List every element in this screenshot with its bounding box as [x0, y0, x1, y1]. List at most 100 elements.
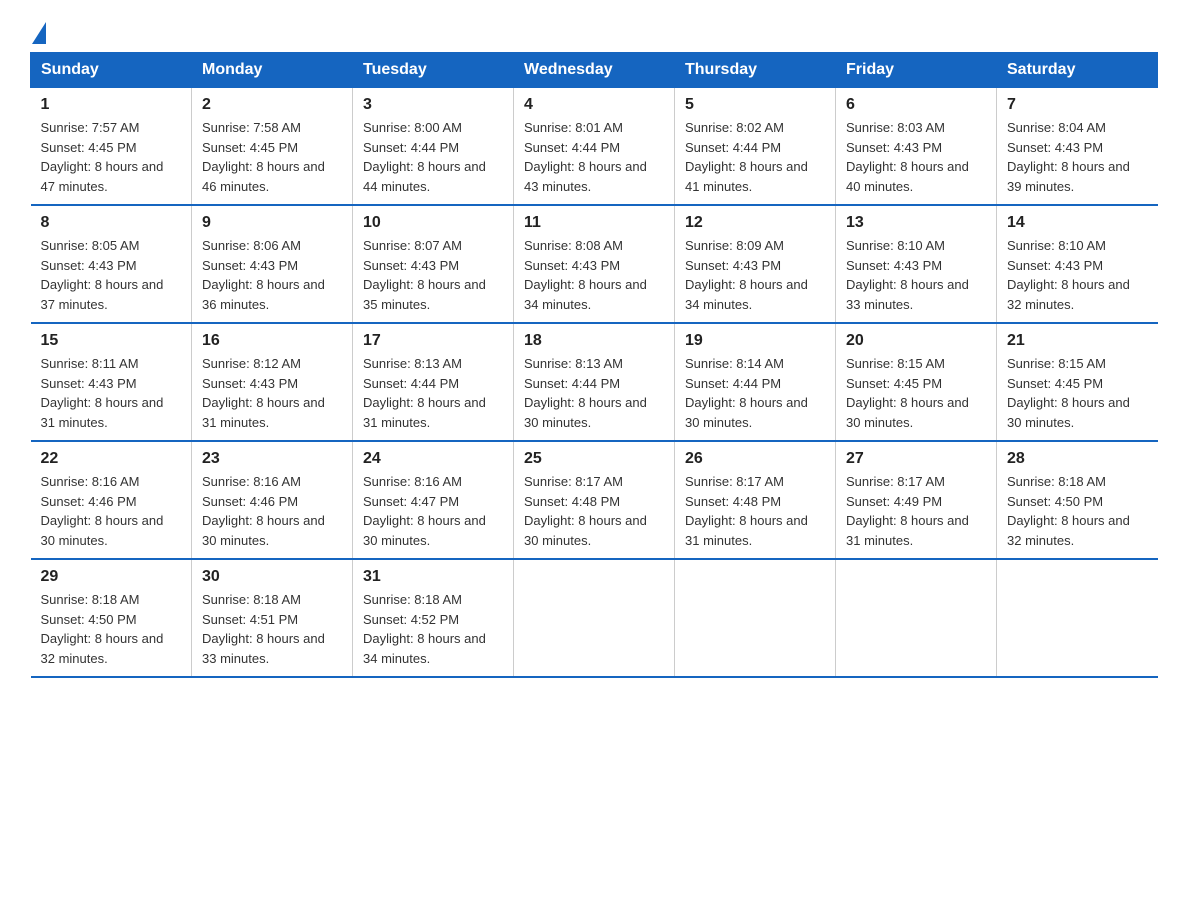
table-row: 26 Sunrise: 8:17 AMSunset: 4:48 PMDaylig… [675, 441, 836, 559]
day-number: 6 [846, 96, 986, 114]
day-info: Sunrise: 8:09 AMSunset: 4:43 PMDaylight:… [685, 238, 808, 312]
calendar-header-row: SundayMondayTuesdayWednesdayThursdayFrid… [31, 53, 1158, 88]
table-row [997, 559, 1158, 677]
day-number: 24 [363, 450, 503, 468]
table-row: 23 Sunrise: 8:16 AMSunset: 4:46 PMDaylig… [192, 441, 353, 559]
day-number: 25 [524, 450, 664, 468]
day-number: 1 [41, 96, 182, 114]
logo [30, 20, 46, 42]
table-row: 21 Sunrise: 8:15 AMSunset: 4:45 PMDaylig… [997, 323, 1158, 441]
day-number: 28 [1007, 450, 1148, 468]
day-number: 16 [202, 332, 342, 350]
table-row: 4 Sunrise: 8:01 AMSunset: 4:44 PMDayligh… [514, 88, 675, 206]
table-row: 29 Sunrise: 8:18 AMSunset: 4:50 PMDaylig… [31, 559, 192, 677]
day-number: 14 [1007, 214, 1148, 232]
table-row: 6 Sunrise: 8:03 AMSunset: 4:43 PMDayligh… [836, 88, 997, 206]
logo-arrow-icon [32, 22, 46, 44]
table-row: 28 Sunrise: 8:18 AMSunset: 4:50 PMDaylig… [997, 441, 1158, 559]
day-info: Sunrise: 8:02 AMSunset: 4:44 PMDaylight:… [685, 120, 808, 194]
day-info: Sunrise: 8:10 AMSunset: 4:43 PMDaylight:… [1007, 238, 1130, 312]
table-row: 7 Sunrise: 8:04 AMSunset: 4:43 PMDayligh… [997, 88, 1158, 206]
week-row-2: 8 Sunrise: 8:05 AMSunset: 4:43 PMDayligh… [31, 205, 1158, 323]
day-number: 5 [685, 96, 825, 114]
day-number: 26 [685, 450, 825, 468]
header-tuesday: Tuesday [353, 53, 514, 88]
header-thursday: Thursday [675, 53, 836, 88]
day-info: Sunrise: 7:58 AMSunset: 4:45 PMDaylight:… [202, 120, 325, 194]
table-row: 27 Sunrise: 8:17 AMSunset: 4:49 PMDaylig… [836, 441, 997, 559]
day-number: 11 [524, 214, 664, 232]
day-info: Sunrise: 8:16 AMSunset: 4:46 PMDaylight:… [41, 474, 164, 548]
day-number: 18 [524, 332, 664, 350]
day-number: 27 [846, 450, 986, 468]
day-info: Sunrise: 8:17 AMSunset: 4:48 PMDaylight:… [524, 474, 647, 548]
table-row [675, 559, 836, 677]
table-row: 17 Sunrise: 8:13 AMSunset: 4:44 PMDaylig… [353, 323, 514, 441]
day-number: 9 [202, 214, 342, 232]
day-number: 8 [41, 214, 182, 232]
day-info: Sunrise: 8:14 AMSunset: 4:44 PMDaylight:… [685, 356, 808, 430]
table-row: 13 Sunrise: 8:10 AMSunset: 4:43 PMDaylig… [836, 205, 997, 323]
day-number: 21 [1007, 332, 1148, 350]
day-number: 19 [685, 332, 825, 350]
day-info: Sunrise: 8:18 AMSunset: 4:50 PMDaylight:… [41, 592, 164, 666]
header-monday: Monday [192, 53, 353, 88]
day-info: Sunrise: 8:16 AMSunset: 4:46 PMDaylight:… [202, 474, 325, 548]
table-row [514, 559, 675, 677]
table-row: 10 Sunrise: 8:07 AMSunset: 4:43 PMDaylig… [353, 205, 514, 323]
day-info: Sunrise: 8:17 AMSunset: 4:49 PMDaylight:… [846, 474, 969, 548]
week-row-3: 15 Sunrise: 8:11 AMSunset: 4:43 PMDaylig… [31, 323, 1158, 441]
table-row: 30 Sunrise: 8:18 AMSunset: 4:51 PMDaylig… [192, 559, 353, 677]
table-row: 1 Sunrise: 7:57 AMSunset: 4:45 PMDayligh… [31, 88, 192, 206]
day-info: Sunrise: 8:18 AMSunset: 4:50 PMDaylight:… [1007, 474, 1130, 548]
table-row: 25 Sunrise: 8:17 AMSunset: 4:48 PMDaylig… [514, 441, 675, 559]
day-info: Sunrise: 8:17 AMSunset: 4:48 PMDaylight:… [685, 474, 808, 548]
day-info: Sunrise: 8:00 AMSunset: 4:44 PMDaylight:… [363, 120, 486, 194]
week-row-4: 22 Sunrise: 8:16 AMSunset: 4:46 PMDaylig… [31, 441, 1158, 559]
header-saturday: Saturday [997, 53, 1158, 88]
day-number: 4 [524, 96, 664, 114]
table-row: 15 Sunrise: 8:11 AMSunset: 4:43 PMDaylig… [31, 323, 192, 441]
day-number: 2 [202, 96, 342, 114]
table-row: 2 Sunrise: 7:58 AMSunset: 4:45 PMDayligh… [192, 88, 353, 206]
day-info: Sunrise: 8:07 AMSunset: 4:43 PMDaylight:… [363, 238, 486, 312]
table-row: 18 Sunrise: 8:13 AMSunset: 4:44 PMDaylig… [514, 323, 675, 441]
day-info: Sunrise: 7:57 AMSunset: 4:45 PMDaylight:… [41, 120, 164, 194]
day-info: Sunrise: 8:18 AMSunset: 4:51 PMDaylight:… [202, 592, 325, 666]
table-row: 19 Sunrise: 8:14 AMSunset: 4:44 PMDaylig… [675, 323, 836, 441]
calendar-table: SundayMondayTuesdayWednesdayThursdayFrid… [30, 52, 1158, 678]
day-info: Sunrise: 8:10 AMSunset: 4:43 PMDaylight:… [846, 238, 969, 312]
day-number: 30 [202, 568, 342, 586]
table-row: 20 Sunrise: 8:15 AMSunset: 4:45 PMDaylig… [836, 323, 997, 441]
day-info: Sunrise: 8:11 AMSunset: 4:43 PMDaylight:… [41, 356, 164, 430]
day-number: 22 [41, 450, 182, 468]
table-row: 14 Sunrise: 8:10 AMSunset: 4:43 PMDaylig… [997, 205, 1158, 323]
day-info: Sunrise: 8:13 AMSunset: 4:44 PMDaylight:… [363, 356, 486, 430]
table-row: 11 Sunrise: 8:08 AMSunset: 4:43 PMDaylig… [514, 205, 675, 323]
table-row: 8 Sunrise: 8:05 AMSunset: 4:43 PMDayligh… [31, 205, 192, 323]
header-friday: Friday [836, 53, 997, 88]
day-number: 20 [846, 332, 986, 350]
day-info: Sunrise: 8:15 AMSunset: 4:45 PMDaylight:… [846, 356, 969, 430]
day-number: 17 [363, 332, 503, 350]
day-number: 15 [41, 332, 182, 350]
day-number: 31 [363, 568, 503, 586]
day-info: Sunrise: 8:06 AMSunset: 4:43 PMDaylight:… [202, 238, 325, 312]
week-row-5: 29 Sunrise: 8:18 AMSunset: 4:50 PMDaylig… [31, 559, 1158, 677]
day-info: Sunrise: 8:03 AMSunset: 4:43 PMDaylight:… [846, 120, 969, 194]
day-info: Sunrise: 8:04 AMSunset: 4:43 PMDaylight:… [1007, 120, 1130, 194]
day-number: 10 [363, 214, 503, 232]
day-info: Sunrise: 8:13 AMSunset: 4:44 PMDaylight:… [524, 356, 647, 430]
header-sunday: Sunday [31, 53, 192, 88]
day-info: Sunrise: 8:08 AMSunset: 4:43 PMDaylight:… [524, 238, 647, 312]
day-number: 7 [1007, 96, 1148, 114]
day-number: 12 [685, 214, 825, 232]
day-number: 3 [363, 96, 503, 114]
week-row-1: 1 Sunrise: 7:57 AMSunset: 4:45 PMDayligh… [31, 88, 1158, 206]
day-info: Sunrise: 8:15 AMSunset: 4:45 PMDaylight:… [1007, 356, 1130, 430]
day-number: 13 [846, 214, 986, 232]
table-row [836, 559, 997, 677]
day-info: Sunrise: 8:05 AMSunset: 4:43 PMDaylight:… [41, 238, 164, 312]
table-row: 9 Sunrise: 8:06 AMSunset: 4:43 PMDayligh… [192, 205, 353, 323]
day-number: 23 [202, 450, 342, 468]
